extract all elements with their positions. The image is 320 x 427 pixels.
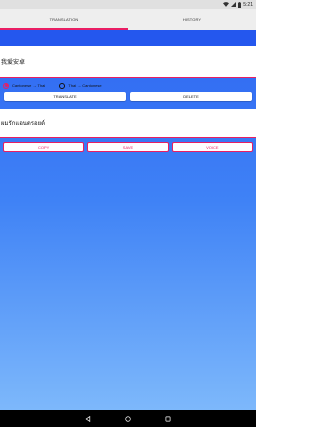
radio-thai-to-cantonese[interactable]: Thai → Cantonese — [59, 82, 102, 89]
radio-cantonese-to-thai[interactable]: Cantonese → Thai — [3, 82, 46, 89]
back-icon[interactable] — [85, 415, 91, 422]
battery-icon — [238, 1, 242, 8]
radio-label: Thai → Cantonese — [68, 83, 102, 88]
source-text: 我爱安卓 — [1, 59, 26, 66]
wifi-icon — [223, 2, 230, 7]
status-bar: 5:21 — [0, 0, 256, 9]
recents-icon[interactable] — [165, 416, 171, 422]
signal-icon — [231, 2, 237, 7]
copy-button[interactable]: COPY — [3, 142, 85, 152]
status-time: 5:21 — [243, 1, 253, 8]
tab-bar: TRANSLATION HISTORY — [0, 9, 256, 30]
result-actions: COPY SAVE VOICE — [3, 142, 253, 152]
home-icon[interactable] — [125, 415, 131, 422]
radio-checked-icon — [3, 82, 9, 89]
source-input[interactable]: 我爱安卓 — [0, 46, 256, 78]
tab-translation[interactable]: TRANSLATION — [0, 9, 128, 30]
result-output: ผมรักแอนดรอยด์ — [0, 109, 256, 138]
translate-actions: TRANSLATE DELETE — [4, 92, 252, 101]
translation-panel: 我爱安卓 Cantonese → Thai Thai → Cantonese T… — [0, 30, 256, 410]
translate-button[interactable]: TRANSLATE — [4, 92, 126, 101]
radio-unchecked-icon — [59, 82, 66, 89]
voice-button[interactable]: VOICE — [171, 142, 253, 152]
radio-label: Cantonese → Thai — [12, 83, 46, 88]
save-button[interactable]: SAVE — [87, 142, 169, 152]
result-text: ผมรักแอนดรอยด์ — [1, 121, 46, 127]
direction-radio-group: Cantonese → Thai Thai → Cantonese — [0, 80, 256, 91]
header-strip — [0, 30, 256, 46]
tab-history[interactable]: HISTORY — [128, 9, 256, 30]
navigation-bar — [0, 410, 256, 427]
delete-button[interactable]: DELETE — [130, 92, 252, 101]
tab-translation-label: TRANSLATION — [49, 17, 79, 22]
tab-history-label: HISTORY — [182, 17, 202, 22]
